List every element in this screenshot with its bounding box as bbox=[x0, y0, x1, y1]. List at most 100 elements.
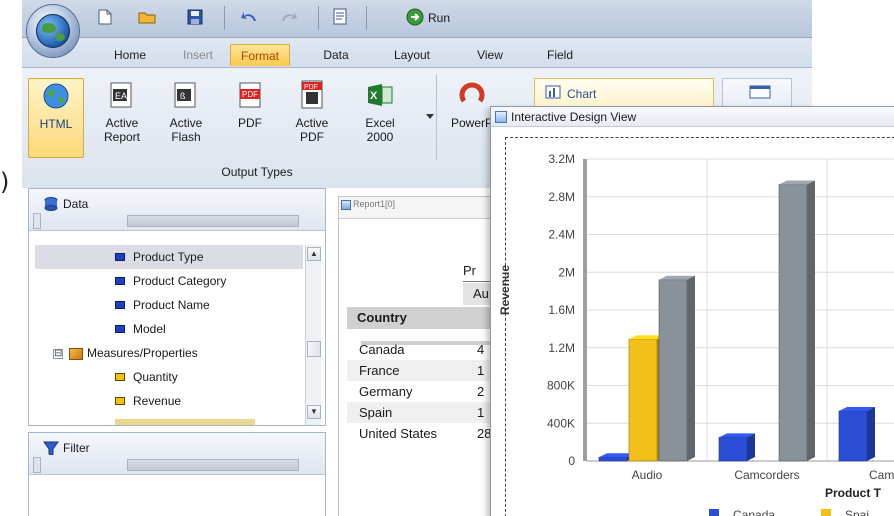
value-cell: 1 bbox=[477, 405, 485, 420]
excel-label-1: Excel bbox=[365, 116, 395, 130]
data-panel-title: Data bbox=[63, 197, 89, 211]
powerpoint-icon bbox=[457, 80, 487, 110]
value-cell: 2 bbox=[477, 384, 485, 399]
chart-label: Chart bbox=[567, 87, 597, 101]
active-pdf-label-2: PDF bbox=[300, 130, 324, 144]
clipped-parenthesis: ) bbox=[0, 168, 10, 196]
panel-resize-handle[interactable] bbox=[33, 457, 41, 473]
bar-side bbox=[867, 406, 875, 461]
y-tick-label: 0 bbox=[568, 454, 575, 468]
data-panel-scrollbar[interactable]: ▲ ▼ bbox=[305, 245, 321, 425]
tab-view[interactable]: View bbox=[468, 44, 512, 66]
panel-resize-handle[interactable] bbox=[33, 213, 41, 229]
report-row[interactable]: Spain 1 bbox=[347, 402, 499, 423]
new-document-icon[interactable] bbox=[96, 8, 114, 26]
scroll-thumb[interactable] bbox=[307, 341, 321, 357]
undo-icon[interactable] bbox=[240, 8, 258, 26]
design-view-title-bar[interactable]: Interactive Design View bbox=[491, 107, 894, 127]
y-tick-label: 2M bbox=[558, 265, 575, 279]
open-folder-icon[interactable] bbox=[138, 8, 156, 26]
country-cell: Germany bbox=[359, 384, 413, 399]
report-row[interactable]: United States 28 bbox=[347, 423, 499, 444]
filter-panel-title: Filter bbox=[63, 441, 90, 455]
preview-icon[interactable] bbox=[332, 8, 350, 26]
report-row[interactable]: Canada 4 bbox=[347, 339, 499, 360]
legend-swatch bbox=[821, 509, 831, 516]
revenue-bar-chart[interactable]: 0 400K 800K 1.2M 1.6M 2M 2.4M 2.8M 3.2M Audio Camc… bbox=[491, 127, 894, 516]
tree-item-revenue[interactable]: Revenue bbox=[35, 389, 303, 413]
report-column-header[interactable]: Pr bbox=[463, 263, 476, 278]
report-tab-label: Report1[0] bbox=[353, 199, 396, 209]
tab-field[interactable]: Field bbox=[538, 44, 582, 66]
collapse-toggle-icon[interactable]: ⊟ bbox=[53, 348, 63, 359]
report-row[interactable]: France 1 bbox=[347, 360, 499, 381]
tree-item-measures-properties[interactable]: ⊟ Measures/Properties bbox=[35, 341, 303, 365]
x-tick-label: Audio bbox=[632, 468, 663, 482]
pdf-button[interactable]: PDF PDF bbox=[222, 78, 278, 158]
bar bbox=[718, 437, 748, 462]
country-cell: Canada bbox=[359, 342, 405, 357]
report-document-icon bbox=[341, 199, 351, 210]
measures-cube-icon bbox=[69, 347, 83, 360]
tab-data[interactable]: Data bbox=[314, 44, 358, 66]
dimension-field-icon bbox=[115, 276, 125, 285]
country-cell: United States bbox=[359, 426, 438, 441]
run-icon[interactable] bbox=[406, 8, 424, 26]
application-menu-button[interactable] bbox=[26, 4, 80, 58]
ribbon-tabs: Home Insert Format Data Layout View Fiel… bbox=[22, 38, 812, 68]
y-tick-label: 1.2M bbox=[548, 341, 575, 355]
tab-layout[interactable]: Layout bbox=[384, 44, 440, 66]
tree-item-label: Quantity bbox=[133, 370, 178, 384]
html-output-button[interactable]: HTML bbox=[28, 78, 84, 158]
run-label[interactable]: Run bbox=[428, 11, 450, 25]
tree-item-model[interactable]: Model bbox=[35, 317, 303, 341]
bar bbox=[598, 456, 628, 462]
tree-item-product-type[interactable]: Product Type bbox=[35, 245, 303, 269]
tree-item-label: Product Name bbox=[133, 298, 210, 312]
x-axis-label: Product T bbox=[825, 486, 882, 500]
output-types-group-label: Output Types bbox=[221, 165, 293, 179]
scroll-up-icon[interactable]: ▲ bbox=[307, 247, 321, 261]
tab-format[interactable]: Format bbox=[230, 44, 290, 66]
tree-item-quantity[interactable]: Quantity bbox=[35, 365, 303, 389]
legend-label: Canada bbox=[733, 508, 775, 516]
tree-item-label: Measures/Properties bbox=[87, 346, 198, 360]
excel-icon: X bbox=[365, 80, 395, 110]
y-tick-label: 400K bbox=[547, 416, 575, 430]
html-globe-icon bbox=[41, 81, 71, 111]
chart-icon bbox=[545, 85, 561, 99]
report-tab[interactable]: Report1[0] bbox=[341, 199, 395, 210]
svg-text:PDF: PDF bbox=[242, 90, 258, 99]
country-column-header[interactable]: Country bbox=[347, 307, 499, 329]
globe-icon bbox=[36, 14, 70, 48]
database-icon bbox=[44, 197, 58, 211]
app-window: ) Run Home Insert Format Data Layout Vie… bbox=[0, 0, 894, 516]
save-disk-icon[interactable] bbox=[186, 8, 204, 26]
active-pdf-button[interactable]: PDF Active PDF bbox=[284, 78, 340, 158]
data-panel-search-bar[interactable] bbox=[127, 215, 299, 227]
filter-panel-search-bar[interactable] bbox=[127, 459, 299, 471]
more-formats-arrow-icon[interactable] bbox=[426, 114, 434, 119]
value-cell: 1 bbox=[477, 363, 485, 378]
active-flash-button[interactable]: ß Active Flash bbox=[158, 78, 214, 158]
scroll-down-icon[interactable]: ▼ bbox=[307, 405, 321, 419]
tree-item-label: Revenue bbox=[133, 394, 182, 408]
funnel-icon bbox=[43, 441, 59, 455]
data-panel-header: Data bbox=[29, 189, 325, 231]
tree-item-product-name[interactable]: Product Name bbox=[35, 293, 303, 317]
tab-insert[interactable]: Insert bbox=[170, 44, 226, 66]
tab-home[interactable]: Home bbox=[102, 44, 158, 66]
tree-item-product-category[interactable]: Product Category bbox=[35, 269, 303, 293]
bar bbox=[778, 184, 808, 462]
y-tick-label: 800K bbox=[547, 379, 575, 393]
measure-field-icon bbox=[115, 372, 125, 381]
excel-2000-button[interactable]: X Excel 2000 bbox=[352, 78, 408, 158]
bar-side bbox=[687, 275, 695, 461]
dimension-field-icon bbox=[115, 324, 125, 333]
active-report-button[interactable]: EA Active Report bbox=[94, 78, 150, 158]
redo-icon[interactable] bbox=[280, 8, 298, 26]
active-report-icon: EA bbox=[107, 80, 137, 110]
y-tick-label: 2.4M bbox=[548, 228, 575, 242]
y-axis-wall bbox=[583, 159, 587, 461]
report-row[interactable]: Germany 2 bbox=[347, 381, 499, 402]
